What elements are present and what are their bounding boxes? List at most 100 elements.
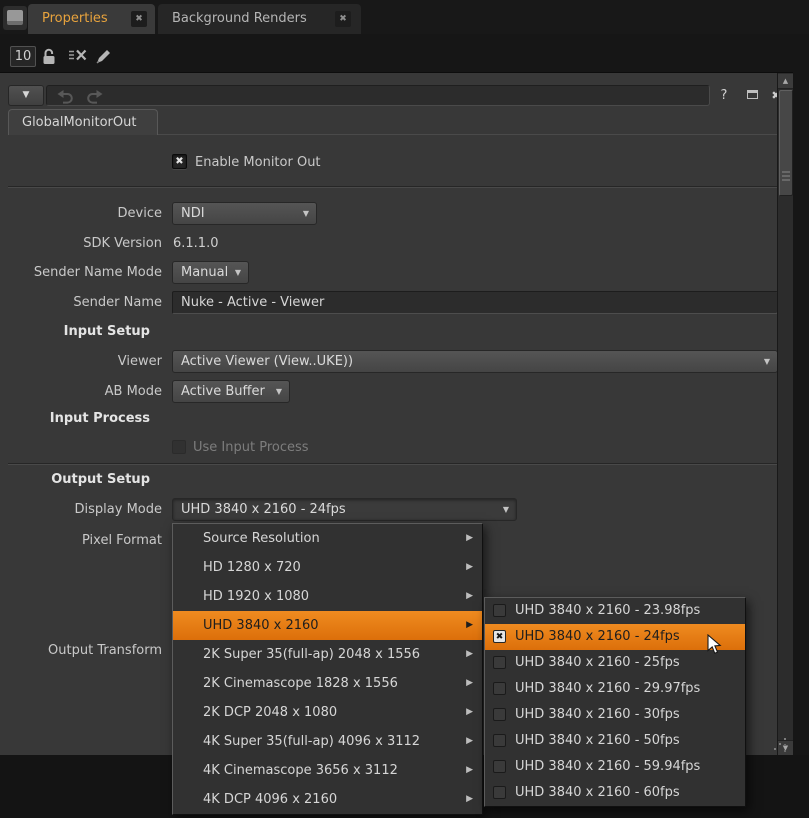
submenu-arrow-icon: ▶ <box>466 553 473 582</box>
menu-item-label: 2K Super 35(full-ap) 2048 x 1556 <box>203 640 420 669</box>
display-mode-menu: Source Resolution ▶ HD 1280 x 720 ▶ HD 1… <box>172 523 483 815</box>
device-dropdown[interactable]: NDI ▼ <box>172 202 317 225</box>
submenu-item-label: UHD 3840 x 2160 - 23.98fps <box>515 598 700 624</box>
display-mode-label: Display Mode <box>0 498 162 521</box>
max-panels-input[interactable]: 10 <box>10 46 36 67</box>
sender-name-mode-value: Manual <box>181 262 228 283</box>
display-mode-value: UHD 3840 x 2160 - 24fps <box>181 499 346 520</box>
tab-properties-label: Properties <box>42 11 108 26</box>
menu-item-4k-super35[interactable]: 4K Super 35(full-ap) 4096 x 3112 ▶ <box>173 727 482 756</box>
sdk-version-row: SDK Version 6.1.1.0 <box>0 232 786 255</box>
sender-name-input[interactable]: Nuke - Active - Viewer <box>172 291 778 314</box>
display-mode-dropdown[interactable]: UHD 3840 x 2160 - 24fps ▼ <box>172 498 517 521</box>
menu-item-source-resolution[interactable]: Source Resolution ▶ <box>173 524 482 553</box>
float-panel-button[interactable] <box>742 85 762 106</box>
menu-item-label: 2K Cinemascope 1828 x 1556 <box>203 669 398 698</box>
undo-icon-svg <box>57 90 74 104</box>
use-input-process-checkbox[interactable] <box>172 440 186 454</box>
sender-name-label: Sender Name <box>0 291 162 314</box>
submenu-item-30fps[interactable]: UHD 3840 x 2160 - 30fps <box>485 702 745 728</box>
submenu-arrow-icon: ▶ <box>466 785 473 814</box>
submenu-item-25fps[interactable]: UHD 3840 x 2160 - 25fps <box>485 650 745 676</box>
sender-name-mode-dropdown[interactable]: Manual ▼ <box>172 261 249 284</box>
pencil-icon-svg <box>96 48 112 64</box>
device-row: Device NDI ▼ <box>0 202 786 225</box>
menu-item-label: 4K Super 35(full-ap) 4096 x 3112 <box>203 727 420 756</box>
input-setup-group-label: Input Setup <box>0 322 150 342</box>
pane-menu-icon[interactable] <box>3 6 27 30</box>
output-transform-label: Output Transform <box>0 639 162 662</box>
submenu-arrow-icon: ▶ <box>466 611 473 640</box>
ab-mode-row: AB Mode Active Buffer ▼ <box>0 380 786 403</box>
menu-item-2k-cinemascope[interactable]: 2K Cinemascope 1828 x 1556 ▶ <box>173 669 482 698</box>
viewer-dropdown[interactable]: Active Viewer (View..UKE)) ▼ <box>172 350 778 373</box>
submenu-item-label: UHD 3840 x 2160 - 50fps <box>515 728 680 754</box>
float-panel-icon <box>747 90 758 99</box>
submenu-arrow-icon: ▶ <box>466 727 473 756</box>
menu-item-2k-dcp[interactable]: 2K DCP 2048 x 1080 ▶ <box>173 698 482 727</box>
edit-pencil-icon[interactable] <box>96 48 120 66</box>
menu-item-4k-cinemascope[interactable]: 4K Cinemascope 3656 x 3112 ▶ <box>173 756 482 785</box>
ab-mode-label: AB Mode <box>0 380 162 403</box>
enable-monitor-out-checkbox[interactable]: ✖ <box>172 154 187 169</box>
nuke-properties-window: Properties ✖ Background Renders ✖ 10 ▼ <box>0 0 809 818</box>
output-setup-group-label: Output Setup <box>0 470 150 490</box>
submenu-item-label: UHD 3840 x 2160 - 29.97fps <box>515 676 700 702</box>
menu-item-label: Source Resolution <box>203 524 320 553</box>
scrollbar-thumb[interactable] <box>779 90 793 196</box>
submenu-arrow-icon: ▶ <box>466 698 473 727</box>
submenu-item-23-98fps[interactable]: UHD 3840 x 2160 - 23.98fps <box>485 598 745 624</box>
menu-item-label: UHD 3840 x 2160 <box>203 611 319 640</box>
ab-mode-value: Active Buffer <box>181 381 265 402</box>
collapse-triangle-icon: ▼ <box>23 90 30 100</box>
menu-item-label: HD 1280 x 720 <box>203 553 301 582</box>
use-input-process-label: Use Input Process <box>193 436 309 459</box>
ab-mode-dropdown[interactable]: Active Buffer ▼ <box>172 380 290 403</box>
submenu-item-50fps[interactable]: UHD 3840 x 2160 - 50fps <box>485 728 745 754</box>
tab-background-renders[interactable]: Background Renders ✖ <box>158 4 361 34</box>
vertical-scrollbar[interactable]: ▲ ▼ <box>777 73 793 756</box>
sender-name-mode-label: Sender Name Mode <box>0 261 162 284</box>
node-tab-globalmonitorout[interactable]: GlobalMonitorOut <box>8 109 158 135</box>
redo-icon[interactable] <box>85 90 103 104</box>
viewer-value: Active Viewer (View..UKE)) <box>181 351 353 372</box>
menu-item-2k-super35[interactable]: 2K Super 35(full-ap) 2048 x 1556 ▶ <box>173 640 482 669</box>
sender-name-row: Sender Name Nuke - Active - Viewer <box>0 291 786 314</box>
submenu-item-label: UHD 3840 x 2160 - 30fps <box>515 702 680 728</box>
clear-panels-icon[interactable] <box>68 48 92 66</box>
submenu-item-29-97fps[interactable]: UHD 3840 x 2160 - 29.97fps <box>485 676 745 702</box>
submenu-item-24fps[interactable]: ✖ UHD 3840 x 2160 - 24fps <box>485 624 745 650</box>
pane-menu-glyph <box>7 10 23 25</box>
tab-properties-close-icon[interactable]: ✖ <box>131 11 147 27</box>
undo-icon[interactable] <box>57 90 75 104</box>
menu-item-hd-1280x720[interactable]: HD 1280 x 720 ▶ <box>173 553 482 582</box>
menu-item-hd-1920x1080[interactable]: HD 1920 x 1080 ▶ <box>173 582 482 611</box>
tab-properties[interactable]: Properties ✖ <box>28 4 155 34</box>
submenu-arrow-icon: ▶ <box>466 524 473 553</box>
panel-resize-grip[interactable] <box>772 737 790 753</box>
submenu-arrow-icon: ▶ <box>466 582 473 611</box>
dropdown-arrow-icon: ▼ <box>235 262 241 283</box>
scroll-up-icon[interactable]: ▲ <box>778 74 793 89</box>
help-button[interactable]: ? <box>714 85 734 106</box>
tab-background-renders-label: Background Renders <box>172 11 307 26</box>
submenu-arrow-icon: ▶ <box>466 756 473 785</box>
menu-item-label: HD 1920 x 1080 <box>203 582 309 611</box>
submenu-item-60fps[interactable]: UHD 3840 x 2160 - 60fps <box>485 780 745 806</box>
checkbox-checked-icon: ✖ <box>493 630 506 643</box>
submenu-item-label: UHD 3840 x 2160 - 59.94fps <box>515 754 700 780</box>
dropdown-arrow-icon: ▼ <box>764 351 770 372</box>
section-divider <box>8 186 786 187</box>
section-divider <box>8 463 786 464</box>
checkbox-icon <box>493 708 506 721</box>
dropdown-arrow-icon: ▼ <box>276 381 282 402</box>
collapse-panel-button[interactable]: ▼ <box>8 85 44 106</box>
output-setup-group-row: Output Setup <box>0 470 786 493</box>
submenu-item-label: UHD 3840 x 2160 - 60fps <box>515 780 680 806</box>
menu-item-uhd-3840x2160[interactable]: UHD 3840 x 2160 ▶ <box>173 611 482 640</box>
submenu-item-59-94fps[interactable]: UHD 3840 x 2160 - 59.94fps <box>485 754 745 780</box>
submenu-item-label: UHD 3840 x 2160 - 25fps <box>515 650 680 676</box>
menu-item-4k-dcp[interactable]: 4K DCP 4096 x 2160 ▶ <box>173 785 482 814</box>
lock-panels-icon[interactable] <box>42 48 66 66</box>
tab-background-renders-close-icon[interactable]: ✖ <box>335 11 351 27</box>
